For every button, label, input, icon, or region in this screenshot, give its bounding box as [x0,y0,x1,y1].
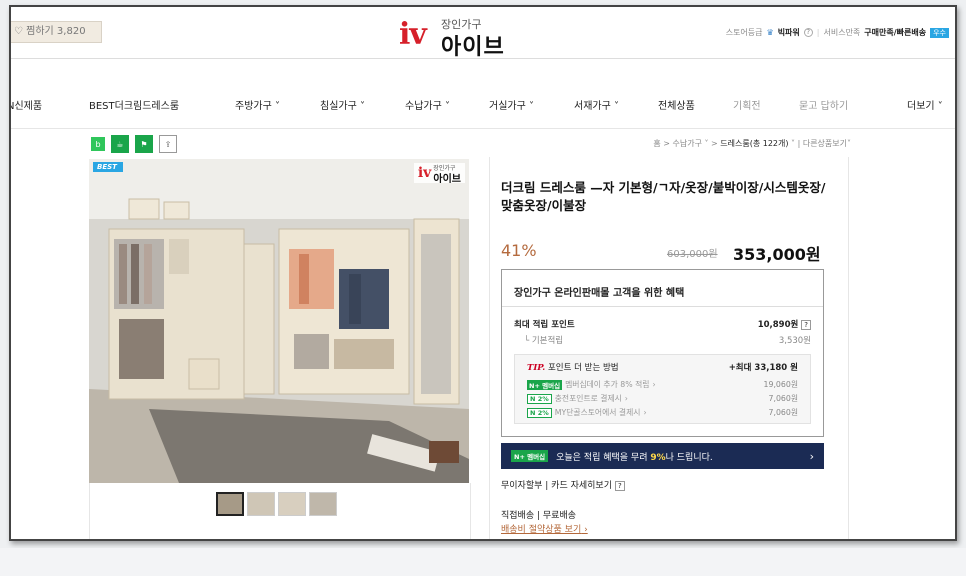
tip-value-membership: 19,060원 [763,380,798,389]
thumbnail-1[interactable] [216,492,244,516]
tip-row-charge[interactable]: N 2% 충전포인트로 결제시 › [527,393,628,404]
help-icon[interactable]: ? [803,28,813,37]
npay-membership-banner[interactable]: N+ 멤버십 오늘은 적립 혜택을 무려 9%나 드립니다. › [501,443,824,469]
discount-rate: 41% [501,241,537,260]
nav-living[interactable]: 거실가구 ˅ [489,97,534,112]
npay-badge: N+ 멤버십 [511,450,549,462]
share-bar: b ☕ ⚑ ⇪ [91,135,177,153]
image-watermark: iv 장인가구 아이브 [413,163,465,185]
crumb-subcategory[interactable]: 드레스룸(총 122개) [720,139,788,148]
nav-more[interactable]: 더보기 ˅ [907,97,943,112]
watermark-name: 아이브 [433,173,461,185]
heart-icon: ♡ [14,26,27,37]
thumbnail-2[interactable] [247,492,275,516]
cafe-share-icon[interactable]: ☕ [111,135,129,153]
share-icon[interactable]: ⇪ [159,135,177,153]
help-icon[interactable]: ? [614,481,625,491]
tip-row-mystore[interactable]: N 2% MY단골스토어에서 결제시 › [527,407,647,418]
shipping-fee: 무료배송 [542,511,577,521]
store-grade-info: 스토어등급 ♛ 빅파워 ? | 서비스만족 구매만족/빠른배송 우수 [726,27,949,38]
tip-max: +최대 33,180 원 [728,363,798,373]
breadcrumb: 홈 > 수납가구 ˅ > 드레스룸(총 122개) ˅ | 다른상품보기˅ [653,139,851,148]
nav-new[interactable]: N신제품 [11,97,42,112]
thumbnail-3[interactable] [278,492,306,516]
chevron-right-icon: › [809,449,814,463]
grade-name: 빅파워 [777,28,800,37]
bottom-bar [0,548,966,576]
tip-row-membership[interactable]: N+ 멤버십 멤버십데이 추가 8% 적립 › [527,379,656,390]
sale-price: 353,000원 [733,245,821,264]
wishlist-button[interactable]: ♡ 찜하기 3,820 [11,21,102,43]
logo-name: 아이브 [441,35,505,60]
excellent-badge: 우수 [930,27,949,38]
card-detail-link[interactable]: 카드 자세히보기 [551,481,612,491]
installment-info: 무이자할부 | 카드 자세히보기 ? [501,478,625,491]
product-image[interactable]: BEST iv 장인가구 아이브 [89,159,469,483]
nav-bedroom[interactable]: 침실가구 ˅ [320,97,365,112]
nav-study[interactable]: 서재가구 ˅ [574,97,619,112]
logo-mark: iv [399,17,427,52]
base-point-label: └ 기본적립 [524,336,564,346]
nav-storage[interactable]: 수납가구 ˅ [405,97,450,112]
browser-frame: ♡ 찜하기 3,820 iv 장인가구 아이브 스토어등급 ♛ 빅파워 ? | … [9,5,957,541]
category-nav: N신제품 BEST더크림드레스룸 주방가구 ˅ 침실가구 ˅ 수납가구 ˅ 거실… [11,79,955,129]
benefit-box: 장인가구 온라인판매몰 고객을 위한 혜택 최대 적립 포인트 10,890원 … [501,269,824,437]
tip-value-charge: 7,060원 [768,394,799,403]
tip-heading: TIP. 포인트 더 받는 방법 [527,363,619,373]
tip-value-mystore: 7,060원 [768,408,799,417]
max-point-value: 10,890원 ? [758,318,811,330]
divider [502,306,823,307]
divider: | [816,28,820,37]
trophy-icon: ♛ [766,28,774,37]
store-header: ♡ 찜하기 3,820 iv 장인가구 아이브 스토어등급 ♛ 빅파워 ? | … [11,7,955,60]
service-label: 서비스만족 [823,28,861,37]
nav-best[interactable]: BEST더크림드레스룸 [89,97,179,112]
help-icon[interactable]: ? [801,320,811,330]
best-badge: BEST [93,162,123,172]
thumbnail-4[interactable] [309,492,337,516]
product-title: 더크림 드레스룸 —자 기본형/ㄱ자/옷장/붙박이장/시스템옷장/맞춤옷장/이불… [501,180,826,213]
nav-promotion[interactable]: 기획전 [733,97,761,112]
benefit-heading: 장인가구 온라인판매몰 고객을 위한 혜택 [514,288,685,299]
shipping-info: 직접배송 | 무료배송 [501,511,577,521]
store-grade-label: 스토어등급 [725,28,763,37]
wishlist-label: 찜하기 3,820 [26,26,86,37]
blog-share-icon[interactable]: b [91,137,105,151]
base-point-value: 3,530원 [778,336,811,346]
shipping-saver-link[interactable]: 배송비 절약상품 보기 › [501,522,588,535]
nav-kitchen[interactable]: 주방가구 ˅ [235,97,280,112]
tip-box: TIP. 포인트 더 받는 방법 +최대 33,180 원 N+ 멤버십 멤버십데… [514,354,811,424]
bookmark-share-icon[interactable]: ⚑ [135,135,153,153]
npay-text: 오늘은 적립 혜택을 무려 9%나 드립니다. [556,452,713,463]
watermark-mark: iv [417,165,432,181]
nav-all[interactable]: 전체상품 [658,97,695,112]
thumbnail-strip [216,492,337,516]
dressroom-photo [89,159,469,483]
crumb-category[interactable]: 수납가구 [672,139,701,148]
crumb-home[interactable]: 홈 [653,139,660,148]
nav-qna[interactable]: 묻고 답하기 [799,97,848,112]
max-point-label: 최대 적립 포인트 [514,320,575,330]
other-products-link[interactable]: 다른상품보기 [803,139,847,148]
installment-label: 무이자할부 [501,481,543,491]
service-value: 구매만족/빠른배송 [864,28,927,37]
original-price: 603,000원 [667,249,718,260]
shipping-method: 직접배송 [501,511,535,521]
